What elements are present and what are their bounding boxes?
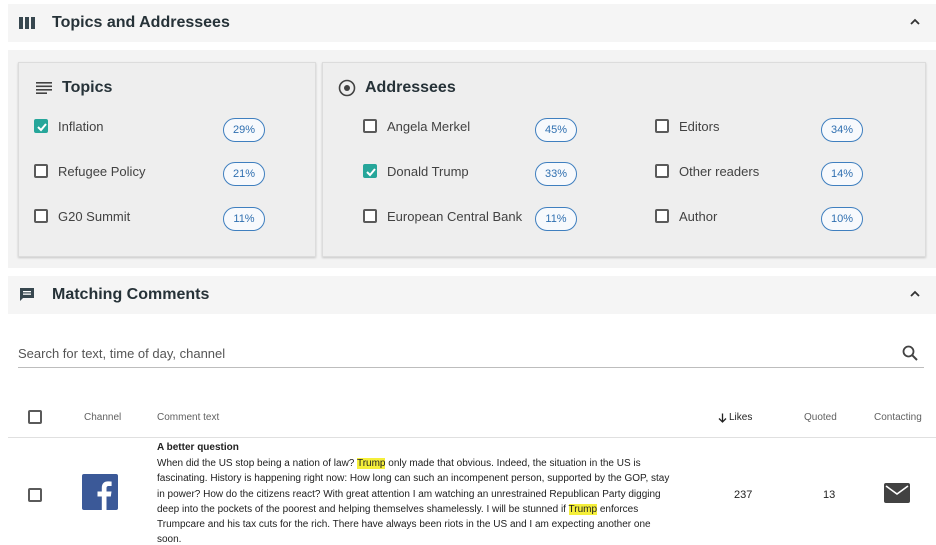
column-header-channel[interactable]: Channel: [84, 412, 121, 423]
comments-table-header: Channel Comment text Likes Quoted Contac…: [8, 400, 936, 438]
checkbox[interactable]: [363, 209, 377, 223]
select-all-checkbox[interactable]: [28, 410, 42, 424]
likes-count: 237: [734, 489, 753, 501]
addressee-option-donald-trump[interactable]: Donald Trump: [363, 158, 469, 184]
checkbox-checked[interactable]: [363, 164, 377, 178]
checkbox[interactable]: [34, 209, 48, 223]
topic-percent-badge: 11%: [223, 207, 265, 231]
topics-card: Topics Inflation 29% Refugee Policy 21% …: [18, 62, 316, 257]
comment-icon: [12, 287, 42, 303]
topics-title-text: Topics: [62, 79, 113, 96]
addressee-percent-badge: 14%: [821, 162, 863, 186]
likes-header-label: Likes: [729, 412, 753, 423]
facebook-icon: [82, 474, 118, 510]
topic-option-g20-summit[interactable]: G20 Summit: [34, 203, 130, 229]
addressee-percent-badge: 34%: [821, 118, 863, 142]
topic-percent-badge: 29%: [223, 118, 265, 142]
chevron-up-icon[interactable]: [908, 15, 922, 29]
addressee-label: Editors: [679, 118, 720, 134]
column-header-quoted[interactable]: Quoted: [804, 412, 837, 423]
addressee-label: Donald Trump: [387, 163, 469, 179]
checkbox[interactable]: [655, 209, 669, 223]
comment-text: When did the US stop being a nation of l…: [157, 456, 677, 545]
topic-label: Inflation: [58, 118, 104, 134]
topics-addressees-header[interactable]: Topics and Addressees: [8, 4, 936, 42]
addressee-option-other-readers[interactable]: Other readers: [655, 158, 759, 184]
column-header-contacting[interactable]: Contacting: [874, 412, 922, 423]
highlighted-keyword: Trump: [568, 503, 598, 515]
addressee-label: Other readers: [679, 163, 760, 179]
lines-icon: [34, 78, 54, 98]
topic-option-inflation[interactable]: Inflation: [34, 113, 104, 139]
comment-text-segment: When did the US stop being a nation of l…: [157, 458, 357, 469]
addressee-option-european-central-bank[interactable]: European Central Bank: [363, 203, 522, 229]
addressee-option-angela-merkel[interactable]: Angela Merkel: [363, 113, 470, 139]
addressee-percent-badge: 45%: [535, 118, 577, 142]
addressee-percent-badge: 10%: [821, 207, 863, 231]
topic-label: G20 Summit: [58, 208, 131, 224]
addressees-card-title: Addressees: [337, 78, 456, 98]
comment-title: A better question: [157, 442, 239, 453]
columns-icon: [12, 17, 42, 29]
checkbox[interactable]: [655, 119, 669, 133]
matching-comments-title: Matching Comments: [52, 286, 210, 303]
radio-target-icon: [337, 78, 357, 98]
matching-comments-header[interactable]: Matching Comments: [8, 276, 936, 314]
row-checkbox[interactable]: [28, 488, 42, 502]
topics-addressees-title: Topics and Addressees: [52, 14, 230, 31]
table-row[interactable]: A better question When did the US stop b…: [8, 438, 936, 545]
highlighted-keyword: Trump: [356, 458, 386, 469]
addressee-label: European Central Bank: [387, 208, 523, 224]
topics-addressees-panel: Topics Inflation 29% Refugee Policy 21% …: [8, 50, 936, 268]
addressee-percent-badge: 11%: [535, 207, 577, 231]
column-header-likes[interactable]: Likes: [718, 412, 752, 423]
arrow-down-icon: [718, 413, 727, 423]
addressee-option-author[interactable]: Author: [655, 203, 717, 229]
quoted-count: 13: [823, 489, 836, 501]
checkbox[interactable]: [34, 164, 48, 178]
addressees-card: Addressees Angela Merkel 45% Donald Trum…: [322, 62, 926, 257]
search-icon[interactable]: [902, 345, 918, 366]
topics-card-title: Topics: [34, 78, 112, 98]
topic-percent-badge: 21%: [223, 162, 265, 186]
checkbox[interactable]: [655, 164, 669, 178]
mail-icon[interactable]: [884, 483, 910, 508]
column-header-comment-text[interactable]: Comment text: [157, 412, 219, 423]
chevron-up-icon[interactable]: [908, 287, 922, 301]
addressee-option-editors[interactable]: Editors: [655, 113, 719, 139]
topic-option-refugee-policy[interactable]: Refugee Policy: [34, 158, 145, 184]
addressee-percent-badge: 33%: [535, 162, 577, 186]
addressees-title-text: Addressees: [365, 79, 456, 96]
checkbox[interactable]: [363, 119, 377, 133]
search-bar: [18, 340, 924, 368]
search-input[interactable]: [18, 346, 878, 361]
checkbox-checked[interactable]: [34, 119, 48, 133]
topic-label: Refugee Policy: [58, 163, 146, 179]
addressee-label: Angela Merkel: [387, 118, 471, 134]
addressee-label: Author: [679, 208, 718, 224]
